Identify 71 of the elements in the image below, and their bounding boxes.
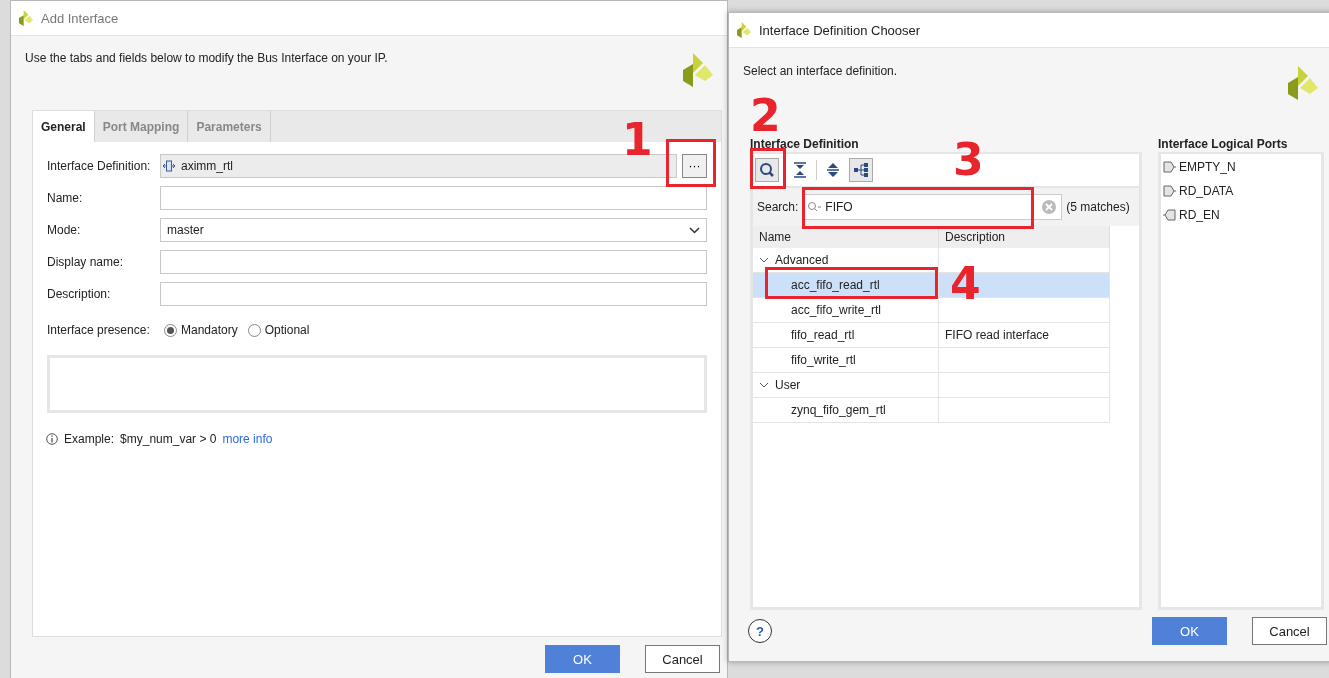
- interface-definition-field[interactable]: aximm_rtl: [160, 154, 677, 178]
- logo-icon: [737, 22, 751, 38]
- output-port-icon: [1163, 161, 1176, 173]
- port-name: EMPTY_N: [1179, 160, 1236, 174]
- instruction-text: Select an interface definition.: [743, 64, 898, 80]
- table-cell[interactable]: acc_fifo_write_rtl: [753, 298, 939, 322]
- port-name: RD_DATA: [1179, 184, 1234, 198]
- search-icon: [759, 162, 775, 178]
- radio-label: Optional: [264, 323, 310, 337]
- group-name: Advanced: [775, 253, 829, 267]
- logo-icon: [19, 10, 33, 26]
- hierarchy-icon: [853, 162, 869, 178]
- chevron-down-icon: [689, 226, 700, 234]
- bus-interface-icon: [163, 160, 175, 172]
- instruction-text: Use the tabs and fields below to modify the Bus Interface on your IP.: [25, 51, 388, 67]
- logo-icon: [1288, 66, 1318, 100]
- example-code: $my_num_var > 0: [120, 432, 217, 446]
- table-cell[interactable]: zynq_fifo_gem_rtl: [753, 398, 939, 422]
- highlight-rectangle: [750, 148, 786, 189]
- text-field[interactable]: [160, 186, 707, 210]
- expand-all-icon: [826, 162, 840, 178]
- more-info-link[interactable]: more info: [222, 432, 273, 446]
- info-icon: [46, 433, 58, 445]
- field-label: Description:: [47, 287, 112, 301]
- mode-dropdown[interactable]: master: [160, 218, 707, 242]
- search-icon: [807, 201, 822, 213]
- example-label: Example:: [64, 432, 115, 446]
- help-button[interactable]: ?: [748, 619, 772, 643]
- group-name: User: [775, 378, 801, 392]
- table-cell[interactable]: fifo_write_rtl: [753, 348, 939, 372]
- collapse-all-icon: [793, 162, 807, 178]
- highlight-rectangle: [666, 139, 716, 187]
- output-port-icon: [1163, 185, 1176, 197]
- cancel-button[interactable]: Cancel: [1252, 617, 1327, 645]
- dialog-title: Interface Definition Chooser: [759, 22, 921, 38]
- logo-icon: [683, 53, 713, 87]
- section-title: Interface Definition: [750, 136, 860, 152]
- annotation-number: 3: [953, 138, 984, 182]
- dialog-title: Add Interface: [41, 10, 119, 26]
- annotation-number: 4: [950, 262, 981, 306]
- field-label: Interface Definition:: [47, 159, 152, 173]
- radio-option[interactable]: Mandatory: [164, 323, 238, 337]
- text-field[interactable]: [160, 282, 707, 306]
- column-header: Name: [753, 226, 939, 248]
- cancel-button[interactable]: Cancel: [645, 645, 720, 673]
- match-count: (5 matches): [1066, 200, 1130, 214]
- chevron-down-icon[interactable]: [759, 380, 769, 390]
- column-header: Description: [939, 226, 1110, 248]
- field-label: Display name:: [47, 255, 125, 269]
- input-port-icon: [1163, 209, 1176, 221]
- field-label: Interface presence:: [47, 323, 151, 337]
- field-label: Name:: [47, 191, 84, 205]
- text-field[interactable]: [160, 250, 707, 274]
- port-name: RD_EN: [1179, 208, 1220, 222]
- radio-label: Mandatory: [181, 323, 238, 337]
- search-field[interactable]: FIFO: [802, 194, 1063, 220]
- search-label: Search:: [757, 200, 799, 214]
- chevron-down-icon[interactable]: [759, 255, 769, 265]
- toolbar-button[interactable]: [849, 158, 873, 182]
- tab[interactable]: General: [33, 111, 95, 142]
- annotation-number: 2: [750, 94, 781, 138]
- table-cell: FIFO read interface: [939, 323, 1110, 347]
- field-label: Mode:: [47, 223, 82, 237]
- ok-button[interactable]: OK: [545, 645, 620, 673]
- table-cell[interactable]: acc_fifo_read_rtl: [753, 273, 939, 297]
- radio-option[interactable]: Optional: [247, 323, 310, 337]
- section-title: Interface Logical Ports: [1158, 136, 1289, 152]
- ok-button[interactable]: OK: [1152, 617, 1227, 645]
- toolbar-button[interactable]: [755, 158, 779, 182]
- table-cell[interactable]: fifo_read_rtl: [753, 323, 939, 347]
- browse-button[interactable]: ···: [682, 154, 707, 178]
